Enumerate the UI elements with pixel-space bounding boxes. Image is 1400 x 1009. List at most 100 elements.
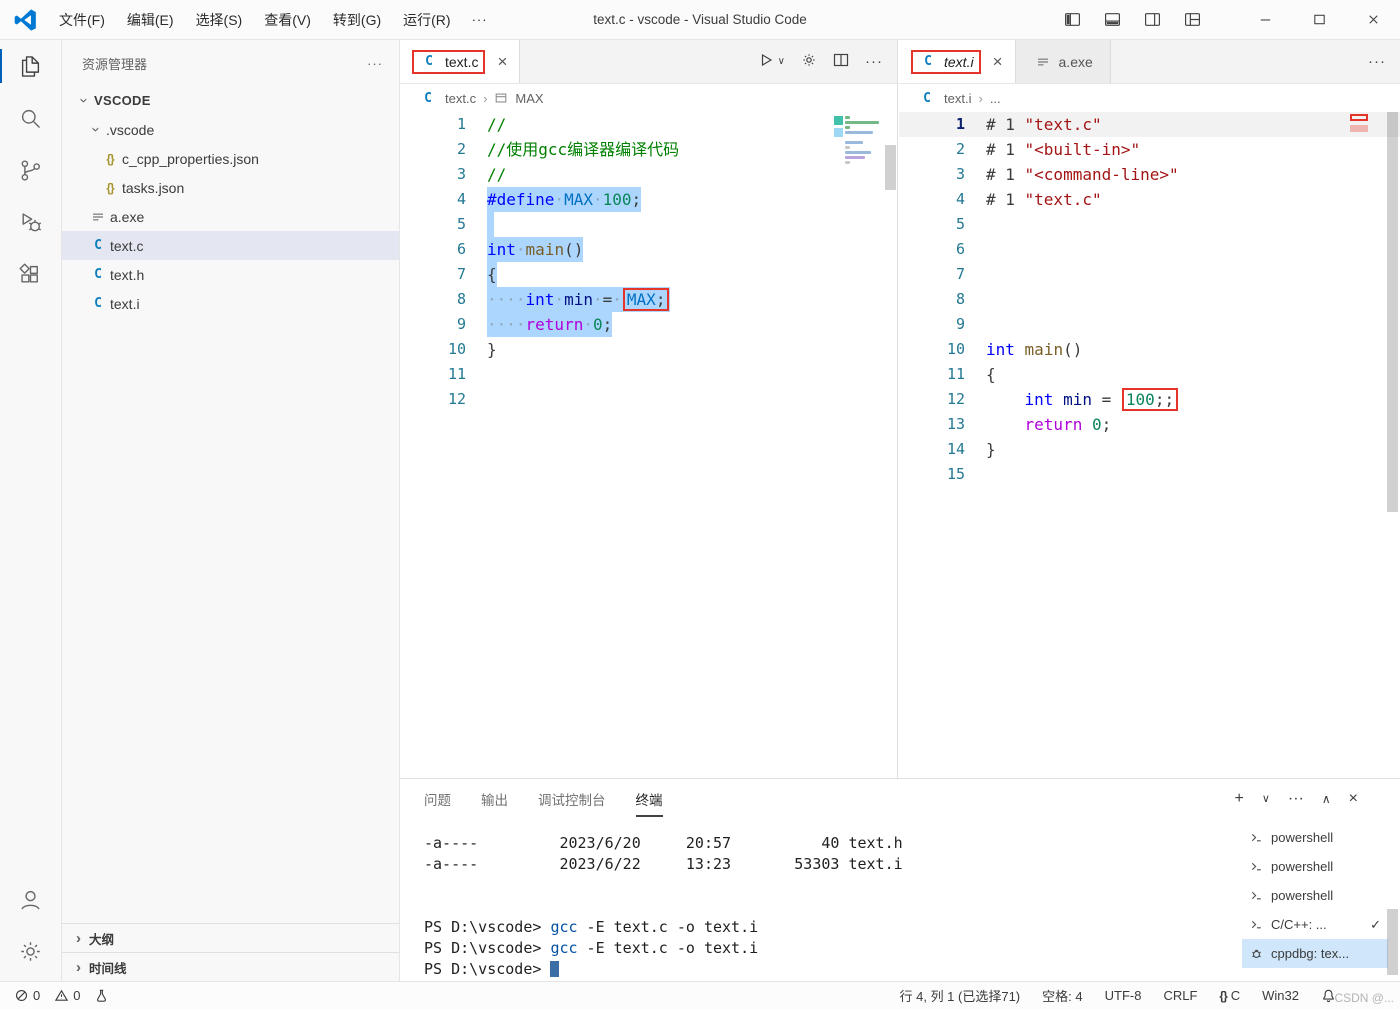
encoding[interactable]: UTF-8 (1105, 988, 1142, 1003)
search-icon[interactable] (0, 92, 62, 144)
code-token: int (1024, 390, 1054, 409)
scrollbar-thumb[interactable] (1387, 909, 1398, 975)
panel-tab-2[interactable]: 调试控制台 (538, 785, 606, 813)
code-editor-left[interactable]: 1//2//使用gcc编译器编译代码 3//4 #define·MAX·100; 5 6… (400, 112, 897, 778)
tab-a-exe[interactable]: a.exe (1015, 40, 1111, 83)
close-icon[interactable]: × (497, 53, 507, 70)
split-editor-icon[interactable] (833, 52, 849, 71)
scrollbar-thumb[interactable] (885, 145, 896, 190)
tree-item-c-cpp-properties-json[interactable]: {} c_cpp_properties.json (62, 144, 399, 173)
terminal-dropdown-icon[interactable]: ∨ (1262, 793, 1270, 805)
breadcrumb-left[interactable]: C text.c › MAX (400, 84, 897, 112)
breadcrumb-symbol[interactable]: ... (990, 91, 1001, 106)
toggle-secondary-sidebar-icon[interactable] (1132, 0, 1172, 40)
account-icon[interactable] (0, 873, 62, 925)
tab-text-i[interactable]: Ctext.i × (899, 40, 1016, 83)
terminal-session-3[interactable]: C/C++: ... ✓ (1242, 910, 1388, 939)
breadcrumb-file[interactable]: text.i (944, 91, 971, 106)
close-icon[interactable]: × (993, 53, 1003, 70)
menu-f[interactable]: 文件(F) (48, 7, 116, 33)
minimap[interactable] (834, 116, 881, 166)
terminal-session-2[interactable]: powershell (1242, 881, 1388, 910)
menu-s[interactable]: 选择(S) (185, 7, 254, 33)
tree-item-a-exe[interactable]: a.exe (62, 202, 399, 231)
tree-item-text-h[interactable]: Ctext.h (62, 260, 399, 289)
close-button[interactable] (1346, 0, 1400, 40)
close-panel-icon[interactable]: × (1349, 791, 1358, 807)
status-bar-left: 00 (0, 988, 109, 1003)
tree-item-label: .vscode (106, 121, 155, 138)
code-line-2: 2 # 1 "<built-in>" (899, 137, 1400, 162)
tab-text-c[interactable]: Ctext.c × (400, 40, 521, 83)
code-token: { (487, 265, 497, 284)
panel-tab-3[interactable]: 终端 (635, 785, 663, 817)
menu-overflow[interactable]: ··· (462, 7, 498, 32)
run-debug-icon[interactable] (0, 196, 62, 248)
outline-section[interactable]: › 大纲 (62, 923, 399, 952)
exe-file-icon (88, 209, 108, 225)
terminal-text: -E text.c -o text.i (577, 918, 759, 936)
tree-item-vscode[interactable]: › VSCODE (62, 86, 399, 115)
language-mode[interactable]: {} C (1219, 988, 1240, 1003)
code-token: = (602, 290, 613, 309)
terminal-icon (1249, 917, 1264, 932)
minimize-button[interactable] (1238, 0, 1292, 40)
tree-item-vscode[interactable]: › .vscode (62, 115, 399, 144)
sidebar-more-actions[interactable]: ··· (367, 56, 383, 71)
problems-warnings[interactable]: 0 (54, 988, 80, 1003)
menu-e[interactable]: 编辑(E) (116, 7, 185, 33)
gear-icon[interactable] (801, 52, 817, 71)
more-actions-icon[interactable]: ··· (865, 53, 883, 70)
maximize-panel-icon[interactable]: ∧ (1322, 793, 1331, 805)
breadcrumb-symbol[interactable]: MAX (515, 91, 543, 106)
explorer-icon[interactable] (0, 40, 62, 92)
debug-launch[interactable] (94, 988, 109, 1003)
scrollbar-thumb[interactable] (1387, 112, 1398, 512)
debug-icon (1249, 946, 1264, 961)
problems-errors[interactable]: 0 (14, 988, 40, 1003)
code-token: main (525, 240, 565, 259)
menu-r[interactable]: 运行(R) (392, 7, 461, 33)
panel-tab-1[interactable]: 输出 (481, 785, 508, 813)
line-number: 13 (946, 415, 965, 433)
code-editor-right[interactable]: 1 # 1 "text.c" 2 # 1 "<built-in>" 3 # 1 "<com… (899, 112, 1400, 778)
menu-g[interactable]: 转到(G) (322, 7, 392, 33)
code-line-3: 3 // (400, 162, 897, 187)
code-token: } (487, 340, 497, 359)
toggle-sidebar-icon[interactable] (1052, 0, 1092, 40)
more-actions-icon[interactable]: ··· (1368, 53, 1386, 70)
menu-v[interactable]: 查看(V) (253, 7, 322, 33)
terminal-session-1[interactable]: powershell (1242, 852, 1388, 881)
maximize-button[interactable] (1292, 0, 1346, 40)
toggle-panel-icon[interactable] (1092, 0, 1132, 40)
cursor-position[interactable]: 行 4, 列 1 (已选择71) (900, 986, 1021, 1005)
minimap-line (845, 156, 865, 159)
new-terminal-icon[interactable]: + (1234, 791, 1243, 807)
terminal-output[interactable]: -a---- 2023/6/20 20:57 40 text.h -a---- 2… (424, 833, 1230, 977)
line-content: int main() (986, 337, 1082, 362)
more-actions-icon[interactable]: ··· (1288, 791, 1304, 807)
indentation[interactable]: 空格: 4 (1042, 986, 1082, 1005)
settings-gear-icon[interactable] (0, 925, 62, 977)
timeline-section[interactable]: › 时间线 (62, 952, 399, 981)
terminal-session-4[interactable]: cppdbg: tex... (1242, 939, 1388, 968)
tree-item-text-c[interactable]: Ctext.c (62, 231, 399, 260)
notifications[interactable] (1321, 988, 1336, 1003)
code-token: #define (487, 190, 555, 209)
breadcrumb-right[interactable]: C text.i › ... (899, 84, 1400, 112)
platform[interactable]: Win32 (1262, 988, 1299, 1003)
tree-item-tasks-json[interactable]: {} tasks.json (62, 173, 399, 202)
extensions-icon[interactable] (0, 248, 62, 300)
code-token: 100 (1125, 390, 1155, 409)
customize-layout-icon[interactable] (1172, 0, 1212, 40)
terminal-session-0[interactable]: powershell (1242, 823, 1388, 852)
run-dropdown-icon[interactable]: ∨ (778, 56, 785, 67)
breadcrumb-file[interactable]: text.c (445, 91, 476, 106)
eol-sequence[interactable]: CRLF (1163, 988, 1197, 1003)
file-tree: › VSCODE › .vscode{} c_cpp_properties.json{}… (62, 86, 399, 318)
source-control-icon[interactable] (0, 144, 62, 196)
run-file-button[interactable] (758, 52, 774, 71)
tree-item-text-i[interactable]: Ctext.i (62, 289, 399, 318)
panel-tab-0[interactable]: 问题 (424, 785, 451, 813)
